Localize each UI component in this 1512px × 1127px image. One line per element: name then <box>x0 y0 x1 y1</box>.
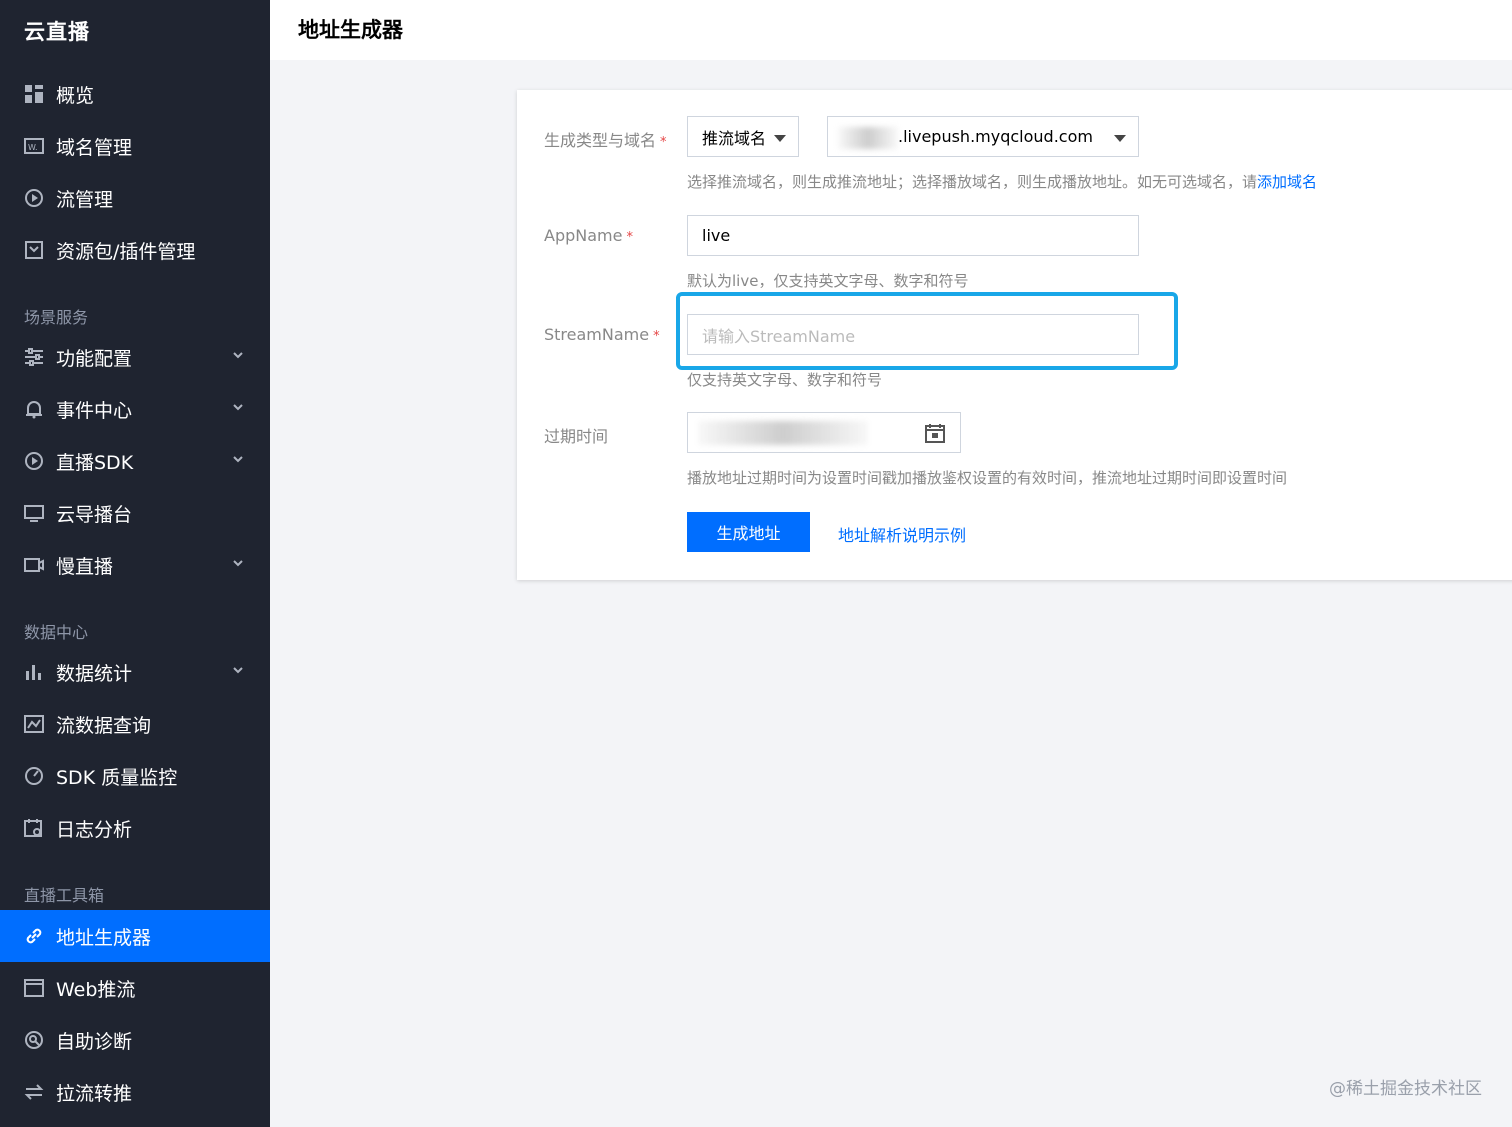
sidebar-item-label: 慢直播 <box>56 555 114 578</box>
sidebar-item-label: 流管理 <box>56 188 114 211</box>
section-scene: 场景服务 <box>24 308 89 327</box>
sidebar-item-log[interactable]: 日志分析 <box>0 802 270 854</box>
watermark: @稀土掘金技术社区 <box>1329 1079 1482 1099</box>
play-icon <box>22 449 46 473</box>
required-mark: * <box>626 230 633 245</box>
chevron-down-icon <box>233 352 243 359</box>
sidebar-item-event[interactable]: 事件中心 <box>0 383 270 435</box>
calendar-search-icon <box>22 816 46 840</box>
type-select-value: 推流域名 <box>702 128 767 148</box>
sidebar-item-label: SDK 质量监控 <box>56 766 178 789</box>
add-domain-link[interactable]: 添加域名 <box>1257 173 1317 191</box>
required-mark: * <box>660 135 667 150</box>
redacted-blur <box>838 127 898 149</box>
link-icon <box>22 924 46 948</box>
grid-icon <box>22 82 46 106</box>
sidebar-item-label: 流数据查询 <box>56 714 152 737</box>
sidebar-item-label: 资源包/插件管理 <box>56 240 196 263</box>
sidebar-item-label: 域名管理 <box>56 136 133 159</box>
sidebar-item-domain[interactable]: W. 域名管理 <box>0 120 270 172</box>
expire-hint: 播放地址过期时间为设置时间戳加播放鉴权设置的有效时间，推流地址过期时间即设置时间 <box>687 469 1288 487</box>
svg-text:W.: W. <box>28 143 38 152</box>
required-mark: * <box>653 329 660 344</box>
video-icon <box>22 553 46 577</box>
sidebar-item-address-generator[interactable]: 地址生成器 <box>0 910 270 962</box>
play-circle-icon <box>22 186 46 210</box>
page-header: 地址生成器 <box>270 0 1512 60</box>
chevron-down-icon <box>233 456 243 463</box>
highlight-box <box>676 292 1178 370</box>
appname-value: live <box>702 226 731 245</box>
sidebar-item-label: 直播SDK <box>56 451 134 474</box>
streamname-label-text: StreamName <box>544 325 650 344</box>
appname-label: AppName * <box>544 226 633 245</box>
type-domain-label-text: 生成类型与域名 <box>544 131 657 150</box>
sidebar-item-web-push[interactable]: Web推流 <box>0 962 270 1014</box>
bell-icon <box>22 397 46 421</box>
sidebar-item-label: Web推流 <box>56 978 136 1001</box>
expire-date-picker[interactable] <box>687 412 961 453</box>
swap-icon <box>22 1080 46 1104</box>
streamname-label: StreamName * <box>544 325 660 344</box>
streamname-hint: 仅支持英文字母、数字和符号 <box>687 371 883 389</box>
sidebar-item-overview[interactable]: 概览 <box>0 68 270 120</box>
appname-hint: 默认为live，仅支持英文字母、数字和符号 <box>687 272 969 290</box>
calendar-icon[interactable] <box>924 422 946 444</box>
sidebar-item-label: 日志分析 <box>56 818 133 841</box>
type-hint: 选择推流域名，则生成推流地址；选择播放域名，则生成播放地址。如无可选域名，请添加… <box>687 171 1317 192</box>
generate-address-button[interactable]: 生成地址 <box>687 512 810 552</box>
package-icon <box>22 238 46 262</box>
type-hint-text: 选择推流域名，则生成推流地址；选择播放域名，则生成播放地址。如无可选域名，请 <box>687 173 1258 191</box>
sidebar-item-stats[interactable]: 数据统计 <box>0 646 270 698</box>
sidebar-item-label: 云导播台 <box>56 503 133 526</box>
monitor-icon <box>22 501 46 525</box>
expire-label: 过期时间 <box>544 427 609 446</box>
sidebar-item-stream[interactable]: 流管理 <box>0 172 270 224</box>
chevron-down-icon <box>233 667 243 674</box>
sidebar-item-label: 地址生成器 <box>56 926 152 949</box>
chevron-down-icon <box>233 560 243 567</box>
domain-select[interactable]: .livepush.myqcloud.com <box>827 116 1139 157</box>
type-domain-label: 生成类型与域名 * <box>544 127 667 151</box>
sidebar-item-diagnose[interactable]: 自助诊断 <box>0 1014 270 1066</box>
sidebar-item-stream-query[interactable]: 流数据查询 <box>0 698 270 750</box>
sidebar-item-relay[interactable]: 拉流转推 <box>0 1066 270 1118</box>
domain-select-value: .livepush.myqcloud.com <box>898 127 1093 146</box>
caret-down-icon <box>1114 135 1126 142</box>
type-select[interactable]: 推流域名 <box>687 116 799 157</box>
sidebar-item-label: 概览 <box>56 84 95 107</box>
sidebar-item-label: 自助诊断 <box>56 1030 133 1053</box>
page-title: 地址生成器 <box>298 18 403 42</box>
sidebar-item-package[interactable]: 资源包/插件管理 <box>0 224 270 276</box>
sidebar-item-label: 功能配置 <box>56 347 133 370</box>
appname-input[interactable]: live <box>687 215 1139 256</box>
sidebar-item-slow[interactable]: 慢直播 <box>0 539 270 591</box>
sidebar-item-director[interactable]: 云导播台 <box>0 487 270 539</box>
explain-example-link[interactable]: 地址解析说明示例 <box>838 522 966 546</box>
redacted-blur <box>698 421 868 445</box>
diagnose-icon <box>22 1028 46 1052</box>
sidebar-item-sdk[interactable]: 直播SDK <box>0 435 270 487</box>
sidebar-item-feature[interactable]: 功能配置 <box>0 331 270 383</box>
section-tools: 直播工具箱 <box>24 886 105 905</box>
product-brand: 云直播 <box>24 20 90 44</box>
www-icon: W. <box>22 134 46 158</box>
bar-chart-icon <box>22 660 46 684</box>
section-data: 数据中心 <box>24 623 89 642</box>
chevron-down-icon <box>233 404 243 411</box>
sidebar-item-label: 拉流转推 <box>56 1082 133 1105</box>
gauge-icon <box>22 764 46 788</box>
sidebar: 云直播 概览 W. 域名管理 流管理 资源包/插件管理 场景服务 功能配置 事件… <box>0 0 270 1127</box>
caret-down-icon <box>774 135 786 142</box>
sidebar-item-sdk-monitor[interactable]: SDK 质量监控 <box>0 750 270 802</box>
appname-label-text: AppName <box>544 226 623 245</box>
sidebar-item-label: 事件中心 <box>56 399 133 422</box>
line-chart-icon <box>22 712 46 736</box>
sidebar-item-label: 数据统计 <box>56 662 133 685</box>
sliders-icon <box>22 345 46 369</box>
window-icon <box>22 976 46 1000</box>
